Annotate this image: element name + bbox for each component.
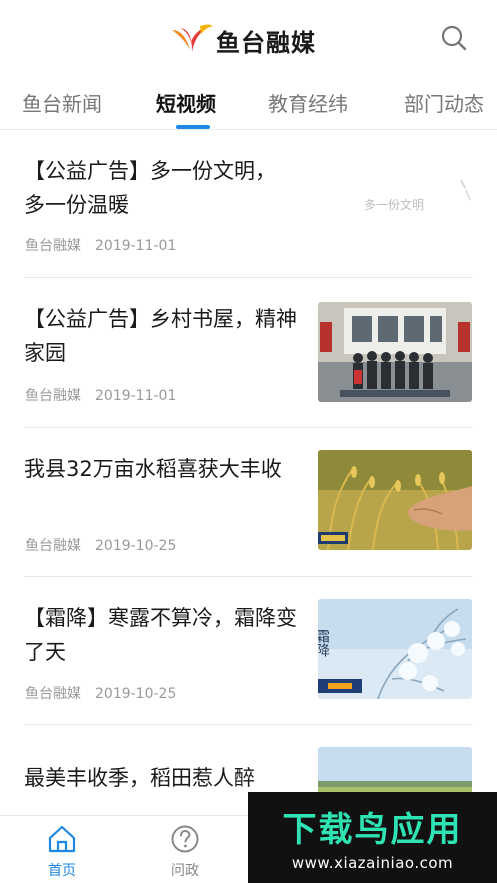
article-source: 鱼台融媒: [25, 538, 81, 554]
article-date: 2019-11-01: [95, 388, 177, 404]
active-tab-indicator: [176, 125, 210, 129]
list-divider: [24, 724, 473, 725]
yutai-logo-icon: [172, 24, 213, 52]
article-thumbnail[interactable]: 霜降: [318, 599, 472, 699]
article-title[interactable]: 我县32万亩水稻喜获大丰收: [24, 452, 309, 486]
article-meta: 鱼台融媒 2019-10-25: [25, 683, 176, 703]
search-icon[interactable]: [438, 22, 470, 54]
nav-home[interactable]: 首页: [32, 824, 92, 880]
article-thumbnail[interactable]: [318, 450, 472, 550]
app-logo: 鱼台融媒: [170, 20, 316, 60]
app-title: 鱼台融媒: [216, 28, 316, 57]
article-date: 2019-11-01: [95, 238, 177, 254]
tab-education[interactable]: 教育经纬: [268, 88, 348, 117]
thumbnail-overlay-text: 霜降: [318, 629, 330, 657]
article-title[interactable]: 【公益广告】乡村书屋，精神家园: [24, 302, 309, 370]
article-title[interactable]: 最美丰收季，稻田惹人醉: [24, 761, 324, 795]
thumbnail-overlay-text: 多一份文明: [364, 198, 425, 212]
promo-title: 下载鸟应用: [282, 810, 463, 850]
article-thumbnail[interactable]: [318, 302, 472, 402]
article-source: 鱼台融媒: [25, 388, 81, 404]
app-header: 鱼台融媒: [0, 0, 497, 78]
nav-inquiry[interactable]: 问政: [155, 824, 215, 880]
article-source: 鱼台融媒: [25, 238, 81, 254]
article-date: 2019-10-25: [95, 538, 177, 554]
question-icon: [171, 825, 199, 853]
list-divider: [24, 427, 473, 428]
list-divider: [24, 576, 473, 577]
download-promo-banner: 下载鸟应用 www.xiazainiao.com: [248, 792, 497, 883]
home-icon: [48, 825, 76, 853]
nav-inquiry-label: 问政: [171, 863, 199, 879]
article-meta: 鱼台融媒 2019-11-01: [25, 385, 176, 405]
tab-department-news[interactable]: 部门动态: [404, 88, 484, 117]
article-date: 2019-10-25: [95, 686, 177, 702]
article-meta: 鱼台融媒 2019-11-01: [25, 235, 176, 255]
list-divider: [24, 277, 473, 278]
nav-home-label: 首页: [48, 863, 76, 879]
promo-url: www.xiazainiao.com: [291, 854, 454, 872]
article-meta: 鱼台融媒 2019-10-25: [25, 535, 176, 555]
article-title[interactable]: 【公益广告】多一份文明，多一份温暖: [24, 154, 284, 222]
article-title[interactable]: 【霜降】寒露不算冷，霜降变了天: [24, 601, 309, 669]
tab-yutai-news[interactable]: 鱼台新闻: [22, 88, 102, 117]
tab-short-video[interactable]: 短视频: [156, 88, 216, 117]
category-tabs: 鱼台新闻 短视频 教育经纬 部门动态: [0, 78, 497, 130]
sparkle-decoration-icon: [460, 179, 471, 201]
article-source: 鱼台融媒: [25, 686, 81, 702]
